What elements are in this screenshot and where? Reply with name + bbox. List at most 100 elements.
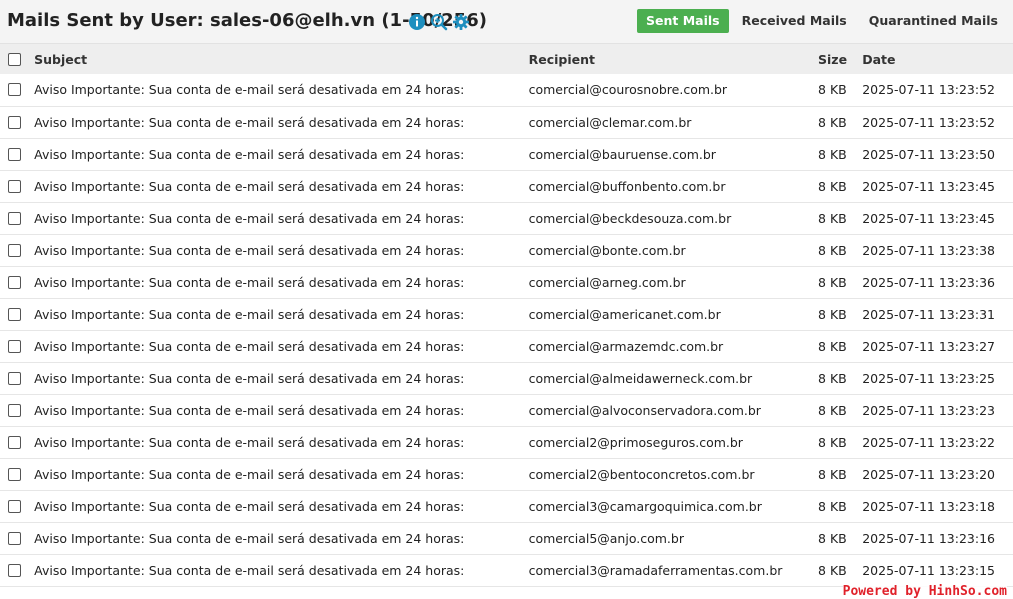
row-date: 2025-07-11 13:23:45 xyxy=(862,178,995,194)
row-date: 2025-07-11 13:23:45 xyxy=(862,210,995,226)
table-row[interactable]: Aviso Importante: Sua conta de e-mail se… xyxy=(0,458,1013,490)
row-size: 8 KB xyxy=(818,466,847,482)
table-row[interactable]: Aviso Importante: Sua conta de e-mail se… xyxy=(0,522,1013,554)
table-row[interactable]: Aviso Importante: Sua conta de e-mail se… xyxy=(0,202,1013,234)
row-checkbox[interactable] xyxy=(8,403,21,417)
row-subject[interactable]: Aviso Importante: Sua conta de e-mail se… xyxy=(26,394,528,426)
table-row[interactable]: Aviso Importante: Sua conta de e-mail se… xyxy=(0,298,1013,330)
table-header-row: Subject Recipient Size Date xyxy=(0,44,1013,74)
row-subject[interactable]: Aviso Importante: Sua conta de e-mail se… xyxy=(26,170,528,202)
row-size: 8 KB xyxy=(818,82,847,98)
row-checkbox-cell xyxy=(0,298,26,330)
table-body: Aviso Importante: Sua conta de e-mail se… xyxy=(0,74,1013,586)
row-checkbox-cell xyxy=(0,74,26,106)
row-subject[interactable]: Aviso Importante: Sua conta de e-mail se… xyxy=(26,362,528,394)
row-recipient: comercial@alvoconservadora.com.br xyxy=(528,402,761,418)
row-size: 8 KB xyxy=(818,562,847,578)
row-subject[interactable]: Aviso Importante: Sua conta de e-mail se… xyxy=(26,298,528,330)
row-recipient: comercial3@ramadaferramentas.com.br xyxy=(528,562,783,578)
table-row[interactable]: Aviso Importante: Sua conta de e-mail se… xyxy=(0,106,1013,138)
table-row[interactable]: Aviso Importante: Sua conta de e-mail se… xyxy=(0,266,1013,298)
row-date: 2025-07-11 13:23:52 xyxy=(862,82,995,98)
row-checkbox[interactable] xyxy=(8,339,21,353)
row-subject[interactable]: Aviso Importante: Sua conta de e-mail se… xyxy=(26,266,528,298)
row-checkbox[interactable] xyxy=(8,499,21,513)
row-date: 2025-07-11 13:23:18 xyxy=(862,498,995,514)
tab-received-mails[interactable]: Received Mails xyxy=(733,9,856,33)
row-recipient: comercial@armazemdc.com.br xyxy=(528,338,724,354)
row-subject[interactable]: Aviso Importante: Sua conta de e-mail se… xyxy=(26,554,528,586)
row-subject[interactable]: Aviso Importante: Sua conta de e-mail se… xyxy=(26,234,528,266)
row-checkbox-cell xyxy=(0,458,26,490)
table-row[interactable]: Aviso Importante: Sua conta de e-mail se… xyxy=(0,394,1013,426)
row-subject[interactable]: Aviso Importante: Sua conta de e-mail se… xyxy=(26,426,528,458)
table-row[interactable]: Aviso Importante: Sua conta de e-mail se… xyxy=(0,74,1013,106)
row-subject[interactable]: Aviso Importante: Sua conta de e-mail se… xyxy=(26,138,528,170)
row-checkbox[interactable] xyxy=(8,307,21,321)
page-header: Mails Sent by User: sales-06@elh.vn (1-5… xyxy=(0,0,1013,44)
row-recipient: comercial5@anjo.com.br xyxy=(528,530,684,546)
row-recipient: comercial@courosnobre.com.br xyxy=(528,82,728,98)
info-icon[interactable] xyxy=(408,13,426,31)
row-checkbox[interactable] xyxy=(8,243,21,257)
row-subject[interactable]: Aviso Importante: Sua conta de e-mail se… xyxy=(26,490,528,522)
row-date: 2025-07-11 13:23:52 xyxy=(862,114,995,130)
row-size: 8 KB xyxy=(818,146,847,162)
select-all-cell xyxy=(0,44,26,74)
column-header-date[interactable]: Date xyxy=(862,44,1013,74)
row-recipient: comercial@almeidawerneck.com.br xyxy=(528,370,753,386)
row-checkbox[interactable] xyxy=(8,211,21,225)
row-date: 2025-07-11 13:23:25 xyxy=(862,370,995,386)
row-size: 8 KB xyxy=(818,178,847,194)
table-row[interactable]: Aviso Importante: Sua conta de e-mail se… xyxy=(0,234,1013,266)
row-checkbox[interactable] xyxy=(8,179,21,193)
row-subject[interactable]: Aviso Importante: Sua conta de e-mail se… xyxy=(26,74,528,106)
row-recipient: comercial3@camargoquimica.com.br xyxy=(528,498,762,514)
row-subject[interactable]: Aviso Importante: Sua conta de e-mail se… xyxy=(26,202,528,234)
tab-sent-mails[interactable]: Sent Mails xyxy=(637,9,729,33)
row-checkbox-cell xyxy=(0,106,26,138)
table-row[interactable]: Aviso Importante: Sua conta de e-mail se… xyxy=(0,426,1013,458)
column-header-recipient[interactable]: Recipient xyxy=(529,44,818,74)
row-subject[interactable]: Aviso Importante: Sua conta de e-mail se… xyxy=(26,458,528,490)
row-subject[interactable]: Aviso Importante: Sua conta de e-mail se… xyxy=(26,106,528,138)
row-checkbox-cell xyxy=(0,266,26,298)
row-date: 2025-07-11 13:23:15 xyxy=(862,562,995,578)
row-size: 8 KB xyxy=(818,338,847,354)
row-subject[interactable]: Aviso Importante: Sua conta de e-mail se… xyxy=(26,522,528,554)
row-checkbox[interactable] xyxy=(8,467,21,481)
table-row[interactable]: Aviso Importante: Sua conta de e-mail se… xyxy=(0,490,1013,522)
row-size: 8 KB xyxy=(818,498,847,514)
row-recipient: comercial@beckdesouza.com.br xyxy=(528,210,732,226)
table-row[interactable]: Aviso Importante: Sua conta de e-mail se… xyxy=(0,330,1013,362)
row-checkbox[interactable] xyxy=(8,563,21,577)
column-header-subject[interactable]: Subject xyxy=(26,44,528,74)
row-checkbox[interactable] xyxy=(8,275,21,289)
row-checkbox[interactable] xyxy=(8,115,21,129)
row-recipient: comercial@americanet.com.br xyxy=(528,306,721,322)
row-size: 8 KB xyxy=(818,530,847,546)
row-recipient: comercial@arneg.com.br xyxy=(528,274,686,290)
row-date: 2025-07-11 13:23:16 xyxy=(862,530,995,546)
row-date: 2025-07-11 13:23:23 xyxy=(862,402,995,418)
row-date: 2025-07-11 13:23:31 xyxy=(862,306,995,322)
table-row[interactable]: Aviso Importante: Sua conta de e-mail se… xyxy=(0,362,1013,394)
row-subject[interactable]: Aviso Importante: Sua conta de e-mail se… xyxy=(26,330,528,362)
tab-quarantined-mails[interactable]: Quarantined Mails xyxy=(860,9,1007,33)
row-recipient: comercial@bauruense.com.br xyxy=(528,146,716,162)
gear-icon[interactable] xyxy=(452,13,470,31)
row-checkbox[interactable] xyxy=(8,371,21,385)
row-checkbox[interactable] xyxy=(8,531,21,545)
row-checkbox[interactable] xyxy=(8,83,21,97)
zoom-in-icon[interactable] xyxy=(430,13,448,31)
row-checkbox-cell xyxy=(0,522,26,554)
row-checkbox[interactable] xyxy=(8,147,21,161)
column-header-size[interactable]: Size xyxy=(818,44,862,74)
table-row[interactable]: Aviso Importante: Sua conta de e-mail se… xyxy=(0,170,1013,202)
table-row[interactable]: Aviso Importante: Sua conta de e-mail se… xyxy=(0,554,1013,586)
row-recipient: comercial2@bentoconcretos.com.br xyxy=(528,466,755,482)
row-checkbox[interactable] xyxy=(8,435,21,449)
select-all-checkbox[interactable] xyxy=(8,52,21,66)
mail-tabs: Sent Mails Received Mails Quarantined Ma… xyxy=(633,9,1007,33)
table-row[interactable]: Aviso Importante: Sua conta de e-mail se… xyxy=(0,138,1013,170)
